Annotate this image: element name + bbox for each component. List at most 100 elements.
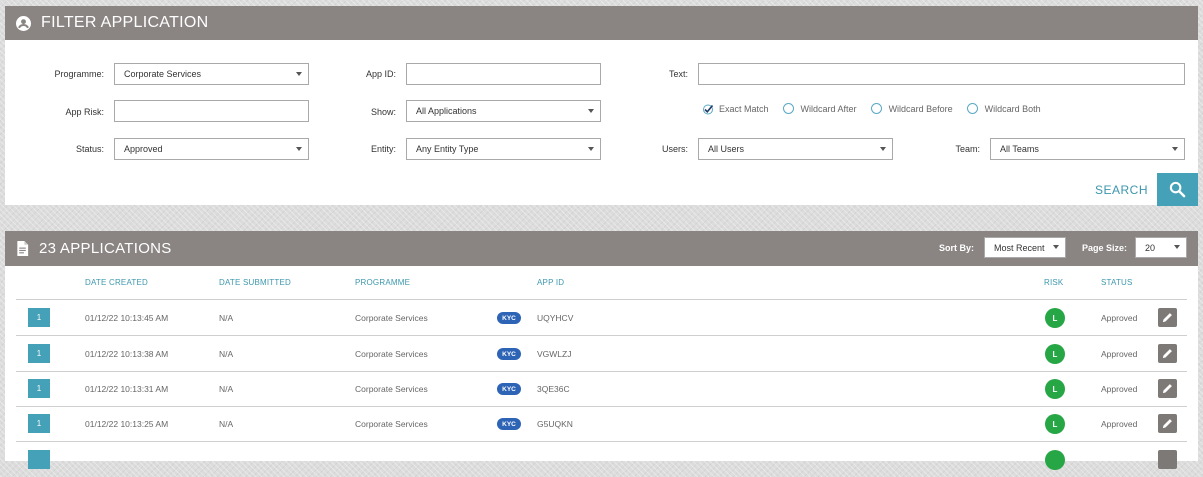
users-value: All Users — [708, 144, 745, 154]
column-status[interactable]: STATUS — [1101, 278, 1133, 287]
sort-by-label: Sort By: — [939, 243, 975, 253]
chevron-down-icon — [296, 147, 302, 151]
date-submitted-cell: N/A — [219, 313, 234, 323]
chevron-down-icon — [1172, 147, 1178, 151]
risk-badge: L — [1045, 379, 1065, 399]
entity-select[interactable]: Any Entity Type — [406, 138, 601, 160]
risk-badge: L — [1045, 344, 1065, 364]
date-created-cell: 01/12/22 10:13:38 AM — [85, 349, 169, 359]
sort-by-select[interactable]: Most Recent — [984, 237, 1066, 258]
team-value: All Teams — [1000, 144, 1039, 154]
match-wildcard-before-label: Wildcard Before — [888, 103, 953, 114]
kyc-badge: KYC — [497, 348, 521, 360]
programme-cell: Corporate Services — [355, 349, 428, 359]
row-count-button[interactable]: 1 — [28, 414, 50, 433]
app-id-cell[interactable]: UQYHCV — [537, 313, 573, 323]
date-created-cell: 01/12/22 10:13:31 AM — [85, 384, 169, 394]
applications-count-title: 23 APPLICATIONS — [39, 240, 172, 257]
text-input[interactable] — [698, 63, 1185, 85]
search-link[interactable]: SEARCH — [1095, 183, 1148, 197]
match-exact-option[interactable]: Exact Match — [702, 103, 769, 115]
sort-by-value: Most Recent — [994, 242, 1045, 253]
page-size-value: 20 — [1145, 242, 1156, 253]
filter-header: FILTER APPLICATION — [5, 6, 1198, 40]
table-row[interactable]: 1 01/12/22 10:13:31 AM N/A Corporate Ser… — [5, 371, 1198, 406]
kyc-badge: KYC — [497, 418, 521, 430]
table-row[interactable]: 1 01/12/22 10:13:45 AM N/A Corporate Ser… — [5, 300, 1198, 335]
kyc-badge: KYC — [497, 312, 521, 324]
programme-cell: Corporate Services — [355, 419, 428, 429]
column-date-created[interactable]: DATE CREATED — [85, 278, 148, 287]
status-value: Approved — [124, 144, 163, 154]
date-submitted-cell: N/A — [219, 384, 234, 394]
column-date-submitted[interactable]: DATE SUBMITTED — [219, 278, 291, 287]
entity-value: Any Entity Type — [416, 144, 479, 154]
show-select[interactable]: All Applications — [406, 100, 601, 122]
column-app-id[interactable]: APP ID — [537, 278, 564, 287]
programme-cell: Corporate Services — [355, 313, 428, 323]
chevron-down-icon — [296, 72, 302, 76]
applications-panel: 23 APPLICATIONS Sort By: Most Recent Pag… — [5, 231, 1198, 470]
programme-label: Programme: — [54, 69, 104, 79]
match-wildcard-after-label: Wildcard After — [800, 103, 857, 114]
entity-label: Entity: — [370, 144, 396, 154]
date-created-cell: 01/12/22 10:13:45 AM — [85, 313, 169, 323]
match-wildcard-before-option[interactable]: Wildcard Before — [870, 103, 953, 114]
filter-panel: FILTER APPLICATION Programme: Corporate … — [5, 6, 1198, 206]
show-value: All Applications — [416, 106, 477, 116]
chevron-down-icon — [880, 147, 886, 151]
row-count-button[interactable]: 1 — [28, 344, 50, 363]
match-wildcard-both-option[interactable]: Wildcard Both — [966, 103, 1041, 114]
app-id-cell[interactable]: G5UQKN — [537, 419, 573, 429]
match-wildcard-both-label: Wildcard Both — [984, 103, 1041, 114]
programme-cell: Corporate Services — [355, 384, 428, 394]
edit-button[interactable] — [1158, 308, 1177, 327]
edit-button[interactable] — [1158, 379, 1177, 398]
app-id-cell[interactable]: 3QE36C — [537, 384, 570, 394]
risk-badge: L — [1045, 414, 1065, 434]
users-select[interactable]: All Users — [698, 138, 893, 160]
row-count-button[interactable]: 1 — [28, 308, 50, 327]
date-created-cell: 01/12/22 10:13:25 AM — [85, 419, 169, 429]
users-label: Users: — [661, 144, 688, 154]
filter-title: FILTER APPLICATION — [41, 14, 209, 31]
chevron-down-icon — [588, 147, 594, 151]
document-icon — [17, 241, 29, 256]
page-size-select[interactable]: 20 — [1135, 237, 1187, 258]
show-label: Show: — [370, 107, 396, 117]
table-row[interactable]: 1 01/12/22 10:13:25 AM N/A Corporate Ser… — [5, 406, 1198, 441]
table-row[interactable]: 1 01/12/22 10:13:38 AM N/A Corporate Ser… — [5, 336, 1198, 371]
team-select[interactable]: All Teams — [990, 138, 1185, 160]
pencil-icon — [1162, 419, 1172, 429]
pencil-icon — [1162, 384, 1172, 394]
chevron-down-icon — [588, 109, 594, 113]
date-submitted-cell: N/A — [219, 419, 234, 429]
status-select[interactable]: Approved — [114, 138, 309, 160]
kyc-badge: KYC — [497, 383, 521, 395]
match-mode-group: Exact Match Wildcard After Wildcard Befo… — [702, 103, 1055, 115]
table-row-partial[interactable] — [5, 442, 1198, 477]
row-count-button[interactable]: 1 — [28, 379, 50, 398]
radio-icon — [966, 103, 978, 114]
app-id-input[interactable] — [406, 63, 601, 85]
column-programme[interactable]: PROGRAMME — [355, 278, 410, 287]
app-risk-input[interactable] — [114, 100, 309, 122]
status-cell: Approved — [1101, 349, 1138, 359]
match-wildcard-after-option[interactable]: Wildcard After — [782, 103, 857, 114]
text-label: Text: — [668, 69, 688, 79]
user-circle-icon — [16, 15, 31, 31]
column-risk[interactable]: RISK — [1044, 278, 1063, 287]
status-cell: Approved — [1101, 419, 1138, 429]
edit-button[interactable] — [1158, 344, 1177, 363]
checkmark-icon — [702, 103, 714, 115]
radio-icon — [870, 103, 882, 114]
status-cell: Approved — [1101, 384, 1138, 394]
search-button[interactable] — [1157, 173, 1198, 206]
match-exact-label: Exact Match — [719, 103, 769, 114]
app-id-cell[interactable]: VGWLZJ — [537, 349, 571, 359]
programme-value: Corporate Services — [124, 69, 202, 79]
chevron-down-icon — [1053, 245, 1059, 249]
edit-button[interactable] — [1158, 414, 1177, 433]
radio-icon — [782, 103, 794, 114]
programme-select[interactable]: Corporate Services — [114, 63, 309, 85]
